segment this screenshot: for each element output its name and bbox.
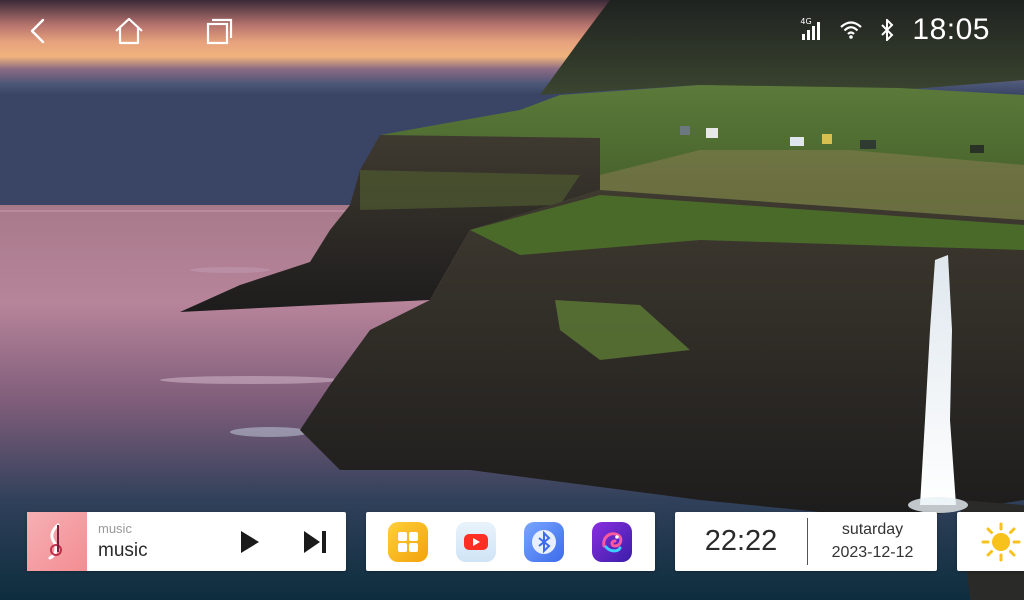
clock-time: 22:22 xyxy=(704,525,778,557)
clock-date: 2023-12-12 xyxy=(831,544,914,561)
clock-widget[interactable]: 22:22 sutarday 2023-12-12 xyxy=(675,512,937,571)
play-icon xyxy=(241,531,259,553)
weather-widget[interactable] xyxy=(957,512,1024,571)
track-title: music xyxy=(98,540,148,561)
status-clock: 18:05 xyxy=(912,13,990,46)
app-launcher-button[interactable] xyxy=(388,522,428,562)
network-type: 4G xyxy=(800,17,812,26)
home-icon xyxy=(115,17,143,45)
youtube-app-button[interactable] xyxy=(456,522,496,562)
wallpaper-background xyxy=(0,0,1024,600)
youtube-icon xyxy=(464,534,488,550)
signal-icon: 4G xyxy=(800,17,822,41)
back-button[interactable] xyxy=(18,12,58,50)
music-source-label: music xyxy=(98,521,132,536)
next-track-button[interactable] xyxy=(301,528,329,556)
chameleon-app-button[interactable] xyxy=(592,522,632,562)
status-bar: 4G 18:05 xyxy=(0,0,1024,60)
bluetooth-icon xyxy=(880,19,894,41)
recents-icon xyxy=(206,18,233,45)
app-shortcuts xyxy=(366,512,655,571)
home-button[interactable] xyxy=(109,12,149,50)
status-indicators: 4G 18:05 xyxy=(800,12,990,48)
play-button[interactable] xyxy=(235,528,263,556)
wifi-icon xyxy=(840,20,863,40)
back-icon xyxy=(30,18,45,44)
sun-icon xyxy=(981,522,1021,562)
bluetooth-app-button[interactable] xyxy=(524,522,564,562)
app-grid-icon xyxy=(398,532,418,552)
recent-apps-button[interactable] xyxy=(199,12,239,50)
chameleon-icon xyxy=(602,532,623,553)
clock-day: sutarday xyxy=(841,521,904,538)
music-note-icon xyxy=(48,523,62,559)
music-widget[interactable]: music music xyxy=(27,512,346,571)
next-track-icon xyxy=(304,531,326,553)
bluetooth-icon xyxy=(532,530,556,554)
album-art xyxy=(27,512,87,571)
